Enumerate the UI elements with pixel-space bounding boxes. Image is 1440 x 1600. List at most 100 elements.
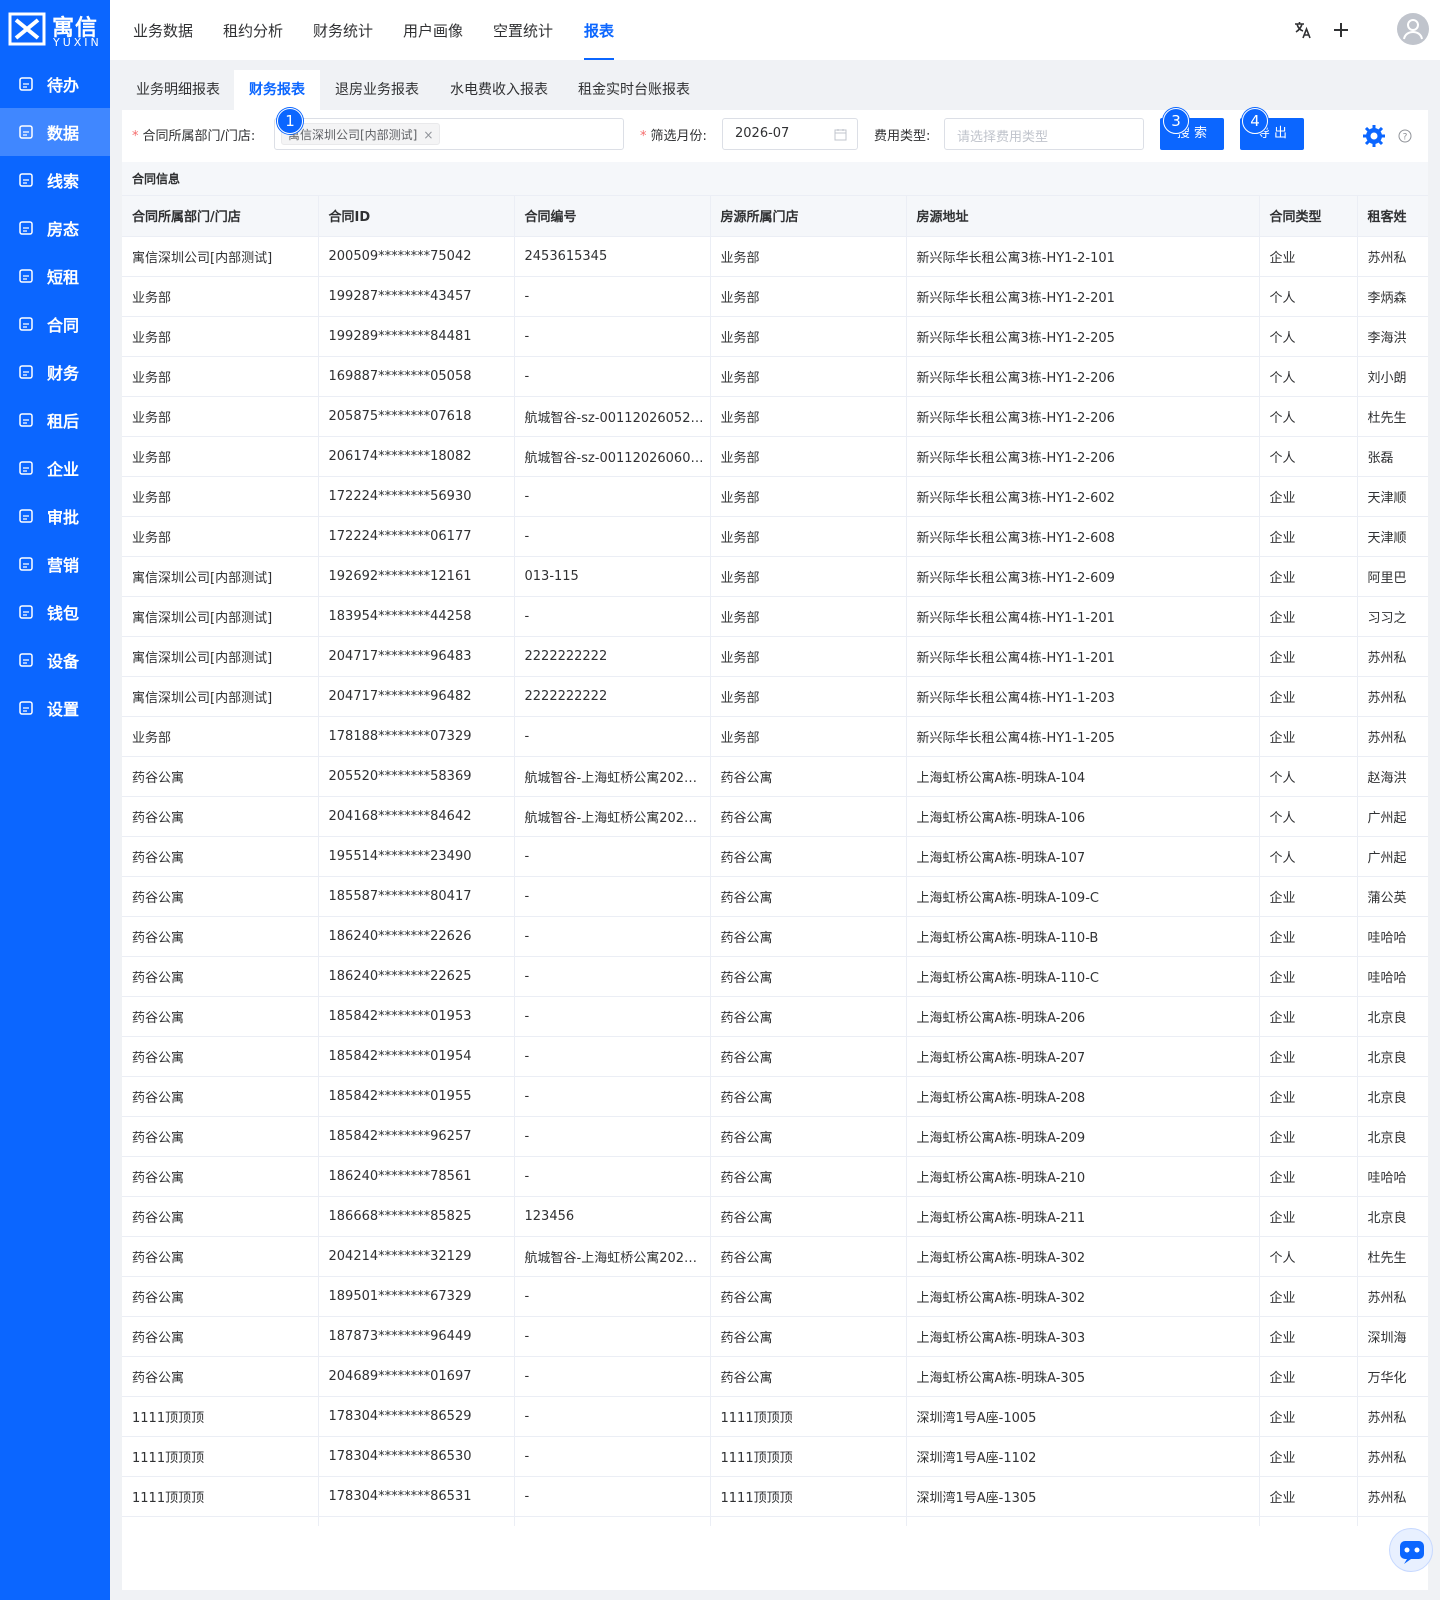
table-row[interactable]: 业务部 172224********06177- 业务部 新兴际华长租公寓3栋-HY1… <box>122 516 1428 557</box>
table-cell: 178304********86531 <box>318 1476 515 1517</box>
sidebar-item-1[interactable]: 数据 <box>0 108 110 156</box>
sidebar-item-11[interactable]: 钱包 <box>0 588 110 636</box>
table-row[interactable]: 药谷公寓 204214********32129 航城智谷-上海虹桥公寓202… 药谷… <box>122 1236 1428 1277</box>
table-row[interactable]: 寓信深圳公司[内部测试] 183954********44258- 业务部 新兴际华长… <box>122 596 1428 637</box>
table-row[interactable]: 业务部 205875********07618 航城智谷-sz-0011202605… <box>122 396 1428 437</box>
table-row[interactable]: 业务部 172224********56930- 业务部 新兴际华长租公寓3栋-HY1… <box>122 476 1428 517</box>
table-cell: 业务部 <box>710 436 907 477</box>
table-row[interactable]: 寓信深圳公司[内部测试] 204717********96483 222222222… <box>122 636 1428 677</box>
subtab-2[interactable]: 退房业务报表 <box>320 70 434 110</box>
tab-2[interactable]: 财务统计 <box>313 20 373 41</box>
table-cell: 药谷公寓 <box>710 916 907 957</box>
close-icon[interactable]: × <box>423 128 433 142</box>
table-row[interactable]: 寓信深圳公司[内部测试] 204717********96482 222222222… <box>122 676 1428 717</box>
table-row[interactable]: 药谷公寓 205520********58369 航城智谷-上海虹桥公寓202… 药谷… <box>122 756 1428 797</box>
table-cell: - <box>514 1436 711 1477</box>
table-row[interactable]: 药谷公寓 185842********01955- 药谷公寓 上海虹桥公寓A栋-明珠A… <box>122 1076 1428 1117</box>
sidebar-item-9[interactable]: 审批 <box>0 492 110 540</box>
table-cell: 业务部 <box>710 236 907 277</box>
table-row[interactable]: 业务部 178188********07329- 业务部 新兴际华长租公寓4栋-HY1… <box>122 716 1428 757</box>
sidebar-item-4[interactable]: 短租 <box>0 252 110 300</box>
chatbot-button[interactable] <box>1389 1528 1433 1572</box>
gear-icon[interactable] <box>1362 124 1386 148</box>
table-cell: 苏州私 <box>1357 676 1428 717</box>
tab-3[interactable]: 用户画像 <box>403 20 463 41</box>
sidebar-item-3[interactable]: 房态 <box>0 204 110 252</box>
table-cell: 苏州私 <box>1357 1276 1428 1317</box>
dept-tag: 寓信深圳公司[内部测试] × <box>281 123 441 145</box>
table-row[interactable]: 药谷公寓 186240********22626- 药谷公寓 上海虹桥公寓A栋-明珠A… <box>122 916 1428 957</box>
table-row[interactable]: 药谷公寓 187873********96449- 药谷公寓 上海虹桥公寓A栋-明珠A… <box>122 1316 1428 1357</box>
table-row[interactable]: 药谷公寓 204689********01697- 药谷公寓 上海虹桥公寓A栋-明珠A… <box>122 1356 1428 1397</box>
tab-4[interactable]: 空置统计 <box>493 20 553 41</box>
table-cell: 北京良 <box>1357 1036 1428 1077</box>
table-row[interactable]: 业务部 199287********43457- 业务部 新兴际华长租公寓3栋-HY1… <box>122 276 1428 317</box>
table-row[interactable]: 药谷公寓 185587********80417- 药谷公寓 上海虹桥公寓A栋-明珠A… <box>122 876 1428 917</box>
add-icon[interactable] <box>1331 20 1351 40</box>
table-row[interactable]: 业务部 199289********84481- 业务部 新兴际华长租公寓3栋-HY1… <box>122 316 1428 357</box>
sidebar: 寓信 YUXIN 待办 数据 线索 房态 短租 合同 财务 租后 企业 审批 营销 钱包 设备 设置 <box>0 0 110 1600</box>
sidebar-item-7[interactable]: 租后 <box>0 396 110 444</box>
table-cell: 广州起 <box>1357 836 1428 877</box>
table-cell: 药谷公寓 <box>710 996 907 1037</box>
tab-0[interactable]: 业务数据 <box>133 20 193 41</box>
sidebar-item-2[interactable]: 线索 <box>0 156 110 204</box>
table-row[interactable]: 药谷公寓 186668********85825 123456 药谷公寓 上海虹桥公寓A… <box>122 1196 1428 1237</box>
table-cell: 药谷公寓 <box>710 756 907 797</box>
sidebar-item-8[interactable]: 企业 <box>0 444 110 492</box>
translate-icon[interactable] <box>1293 20 1313 40</box>
table-row[interactable]: 寓信深圳公司[内部测试] 192692********12161 013-115 业务… <box>122 556 1428 597</box>
table-row[interactable]: 药谷公寓 195514********23490- 药谷公寓 上海虹桥公寓A栋-明珠A… <box>122 836 1428 877</box>
sidebar-item-10[interactable]: 营销 <box>0 540 110 588</box>
subtab-4[interactable]: 租金实时台账报表 <box>564 70 704 110</box>
table-cell: 药谷公寓 <box>122 956 319 997</box>
sidebar-item-13[interactable]: 设置 <box>0 684 110 732</box>
subtab-0[interactable]: 业务明细报表 <box>122 70 234 110</box>
help-icon[interactable]: ? <box>1398 128 1412 143</box>
fee-type-select[interactable]: 请选择费用类型 <box>944 118 1144 150</box>
report-table-wrapper: 合同所属部门/门店 合同ID 合同编号 房源所属门店 房源地址 合同类型 租客姓 寓信深圳公… <box>122 196 1428 1526</box>
dept-select[interactable]: 寓信深圳公司[内部测试] × <box>274 118 624 150</box>
sidebar-item-6[interactable]: 财务 <box>0 348 110 396</box>
table-row[interactable]: 1111顶顶顶 178304********86530-1111顶顶顶 深圳湾1号A… <box>122 1436 1428 1477</box>
user-icon <box>1403 19 1423 40</box>
sidebar-item-0[interactable]: 待办 <box>0 60 110 108</box>
sidebar-item-5[interactable]: 合同 <box>0 300 110 348</box>
table-row[interactable]: 业务部 206174********18082 航城智谷-sz-0011202606… <box>122 436 1428 477</box>
logo[interactable]: 寓信 YUXIN <box>8 10 104 50</box>
table-row[interactable]: 寓信深圳公司[内部测试] 200509********75042 245361534… <box>122 236 1428 277</box>
marketing-icon <box>18 556 34 572</box>
sidebar-item-12[interactable]: 设备 <box>0 636 110 684</box>
month-picker[interactable]: 2026-07 <box>722 118 858 150</box>
subtab-1[interactable]: 财务报表 <box>234 70 320 110</box>
table-cell: 183954********44258 <box>318 596 515 637</box>
table-row[interactable]: 药谷公寓 204168********84642 航城智谷-上海虹桥公寓202… 药谷… <box>122 796 1428 837</box>
table-row[interactable]: 药谷公寓 186240********22625- 药谷公寓 上海虹桥公寓A栋-明珠A… <box>122 956 1428 997</box>
table-row[interactable]: 药谷公寓 186240********78561- 药谷公寓 上海虹桥公寓A栋-明珠A… <box>122 1156 1428 1197</box>
table-cell: 杜先生 <box>1357 396 1428 437</box>
table-cell: 上海虹桥公寓A栋-明珠A-207 <box>906 1036 1260 1077</box>
table-cell: 航城智谷-sz-00112026060… <box>514 436 711 477</box>
subtab-3[interactable]: 水电费收入报表 <box>434 70 564 110</box>
table-row[interactable]: 1111顶顶顶 178304********86531-1111顶顶顶 深圳湾1号A… <box>122 1476 1428 1517</box>
sidebar-nav: 待办 数据 线索 房态 短租 合同 财务 租后 企业 审批 营销 钱包 设备 设置 <box>0 60 110 732</box>
table-row[interactable]: 药谷公寓 185842********96257- 药谷公寓 上海虹桥公寓A栋-明珠A… <box>122 1116 1428 1157</box>
avatar[interactable] <box>1397 13 1429 45</box>
table-row[interactable]: 药谷公寓 189501********67329- 药谷公寓 上海虹桥公寓A栋-明珠A… <box>122 1276 1428 1317</box>
table-cell: 万华化 <box>1357 1356 1428 1397</box>
table-row[interactable]: 1111顶顶顶 178304********86529-1111顶顶顶 深圳湾1号A… <box>122 1396 1428 1437</box>
table-row[interactable]: 业务部 169887********05058- 业务部 新兴际华长租公寓3栋-HY1… <box>122 356 1428 397</box>
table-cell: 药谷公寓 <box>122 1076 319 1117</box>
table-cell: 新兴际华长租公寓3栋-HY1-2-206 <box>906 436 1260 477</box>
fee-type-placeholder: 请选择费用类型 <box>957 130 1049 145</box>
table-cell: 上海虹桥公寓A栋-明珠A-210 <box>906 1156 1260 1197</box>
table-row[interactable]: 药谷公寓 185842********01954- 药谷公寓 上海虹桥公寓A栋-明珠A… <box>122 1036 1428 1077</box>
table-cell: 寓信深圳公司[内部测试] <box>122 596 319 637</box>
table-cell: 企业 <box>1259 556 1358 597</box>
tab-1[interactable]: 租约分析 <box>223 20 283 41</box>
table-cell: 业务部 <box>710 556 907 597</box>
clue-icon <box>18 172 34 188</box>
table-cell: 新兴际华长租公寓3栋-HY1-2-101 <box>906 236 1260 277</box>
table-row[interactable]: 药谷公寓 185842********01953- 药谷公寓 上海虹桥公寓A栋-明珠A… <box>122 996 1428 1037</box>
tab-5[interactable]: 报表 <box>584 20 615 60</box>
